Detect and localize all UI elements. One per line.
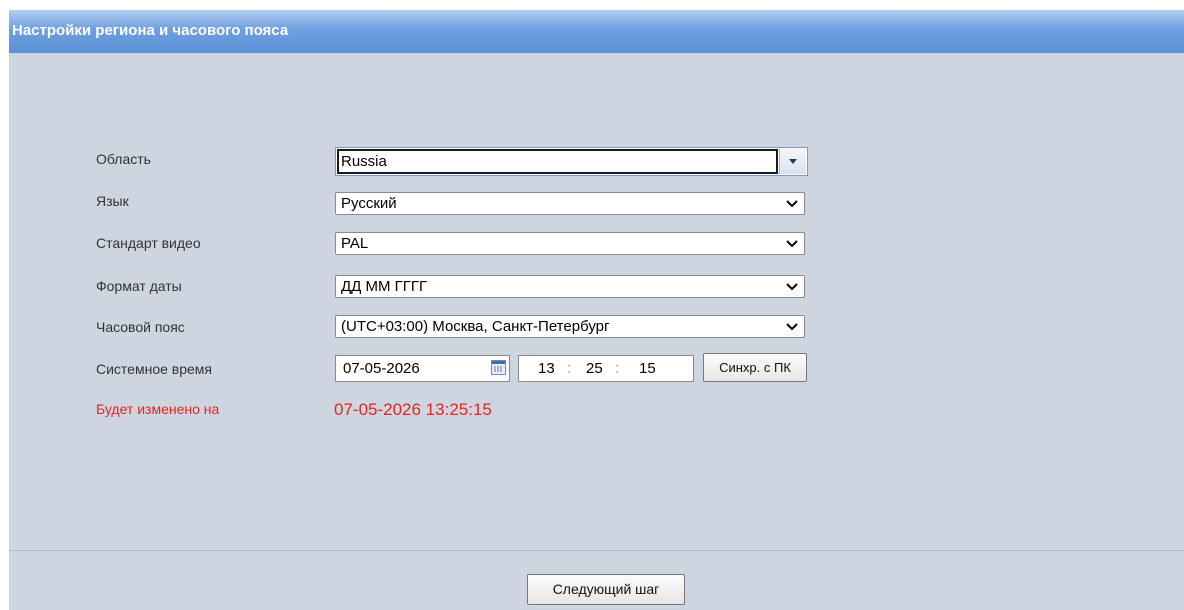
time-input[interactable]: 13 : 25 : 15	[518, 355, 694, 382]
region-dropdown-button[interactable]	[779, 149, 806, 174]
chevron-down-icon	[786, 200, 798, 208]
calendar-icon[interactable]	[491, 360, 506, 375]
sync-with-pc-button[interactable]: Синхр. с ПК	[703, 353, 807, 382]
date-value: 07-05-2026	[343, 360, 420, 377]
time-separator: :	[615, 360, 620, 377]
chevron-down-icon	[786, 283, 798, 291]
next-step-button[interactable]: Следующий шаг	[527, 574, 685, 605]
chevron-down-icon	[786, 240, 798, 248]
date-input[interactable]: 07-05-2026	[335, 355, 510, 382]
language-label: Язык	[96, 193, 129, 209]
second-field[interactable]: 15	[639, 360, 656, 377]
video-standard-select[interactable]: PAL	[335, 232, 805, 255]
video-standard-label: Стандарт видео	[96, 235, 201, 251]
video-standard-value: PAL	[341, 235, 369, 252]
page-title: Настройки региона и часового пояса	[12, 22, 289, 39]
timezone-label: Часовой пояс	[96, 319, 185, 335]
will-change-value: 07-05-2026 13:25:15	[334, 400, 492, 419]
minute-field[interactable]: 25	[586, 360, 603, 377]
language-value: Русский	[341, 195, 397, 212]
settings-panel: Настройки региона и часового пояса Облас…	[9, 10, 1184, 610]
region-combobox[interactable]: Russia	[335, 147, 808, 176]
hour-field[interactable]: 13	[538, 360, 555, 377]
system-time-label: Системное время	[96, 361, 213, 377]
region-label: Область	[96, 151, 151, 167]
date-format-label: Формат даты	[96, 278, 182, 294]
footer-divider	[9, 550, 1184, 551]
time-separator: :	[567, 360, 572, 377]
region-value: Russia	[341, 153, 387, 170]
date-format-value: ДД ММ ГГГГ	[341, 278, 428, 295]
date-format-select[interactable]: ДД ММ ГГГГ	[335, 275, 805, 298]
chevron-down-icon	[786, 323, 798, 331]
region-input[interactable]: Russia	[337, 149, 778, 174]
timezone-value: (UTC+03:00) Москва, Санкт-Петербург	[341, 318, 610, 335]
will-change-label: Будет изменено на	[96, 401, 220, 417]
timezone-select[interactable]: (UTC+03:00) Москва, Санкт-Петербург	[335, 315, 805, 338]
panel-header: Настройки региона и часового пояса	[9, 10, 1184, 53]
language-select[interactable]: Русский	[335, 192, 805, 215]
